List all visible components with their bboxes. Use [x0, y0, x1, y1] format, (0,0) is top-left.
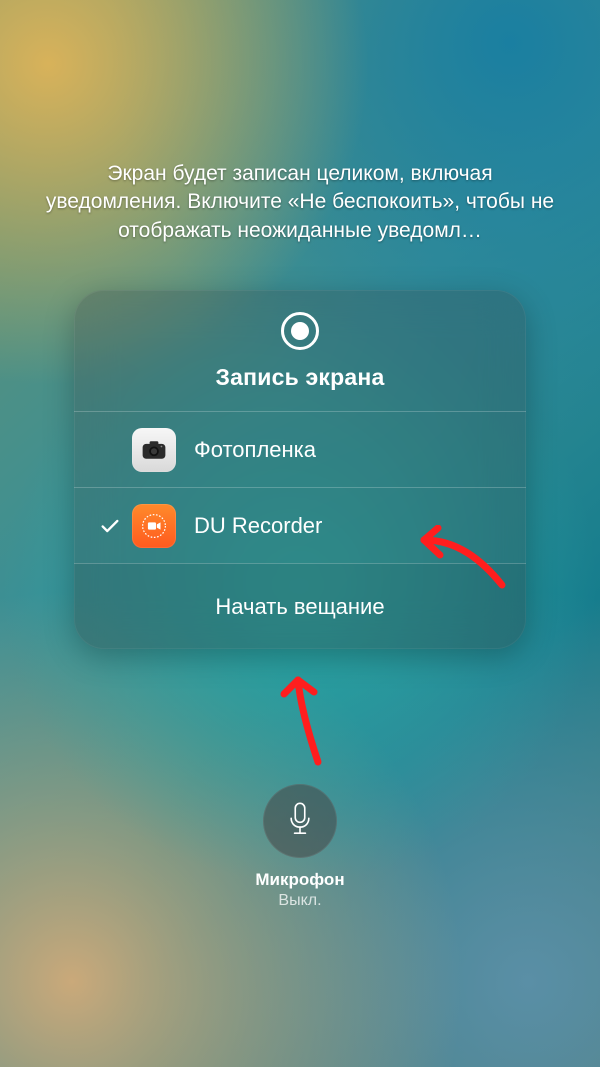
panel-title: Запись экрана [216, 364, 385, 391]
du-recorder-icon [132, 504, 176, 548]
option-camera-roll[interactable]: Фотопленка [74, 411, 526, 487]
camera-roll-icon [132, 428, 176, 472]
recording-hint: Экран будет записан целиком, включая уве… [0, 160, 600, 245]
action-label: Начать вещание [215, 594, 384, 620]
microphone-toggle[interactable] [263, 784, 337, 858]
checkmark-icon [88, 515, 132, 537]
annotation-arrow-icon [258, 662, 338, 772]
microphone-title: Микрофон [255, 870, 344, 890]
microphone-state: Выкл. [278, 892, 321, 910]
screen-recording-panel: Запись экрана Фотопленка DU Recorder [74, 290, 526, 649]
start-broadcast-button[interactable]: Начать вещание [74, 563, 526, 649]
option-du-recorder[interactable]: DU Recorder [74, 487, 526, 563]
option-label: Фотопленка [194, 437, 316, 463]
record-icon [281, 312, 319, 350]
option-label: DU Recorder [194, 513, 322, 539]
microphone-control: Микрофон Выкл. [0, 784, 600, 910]
panel-header: Запись экрана [74, 290, 526, 411]
microphone-icon [285, 802, 315, 840]
